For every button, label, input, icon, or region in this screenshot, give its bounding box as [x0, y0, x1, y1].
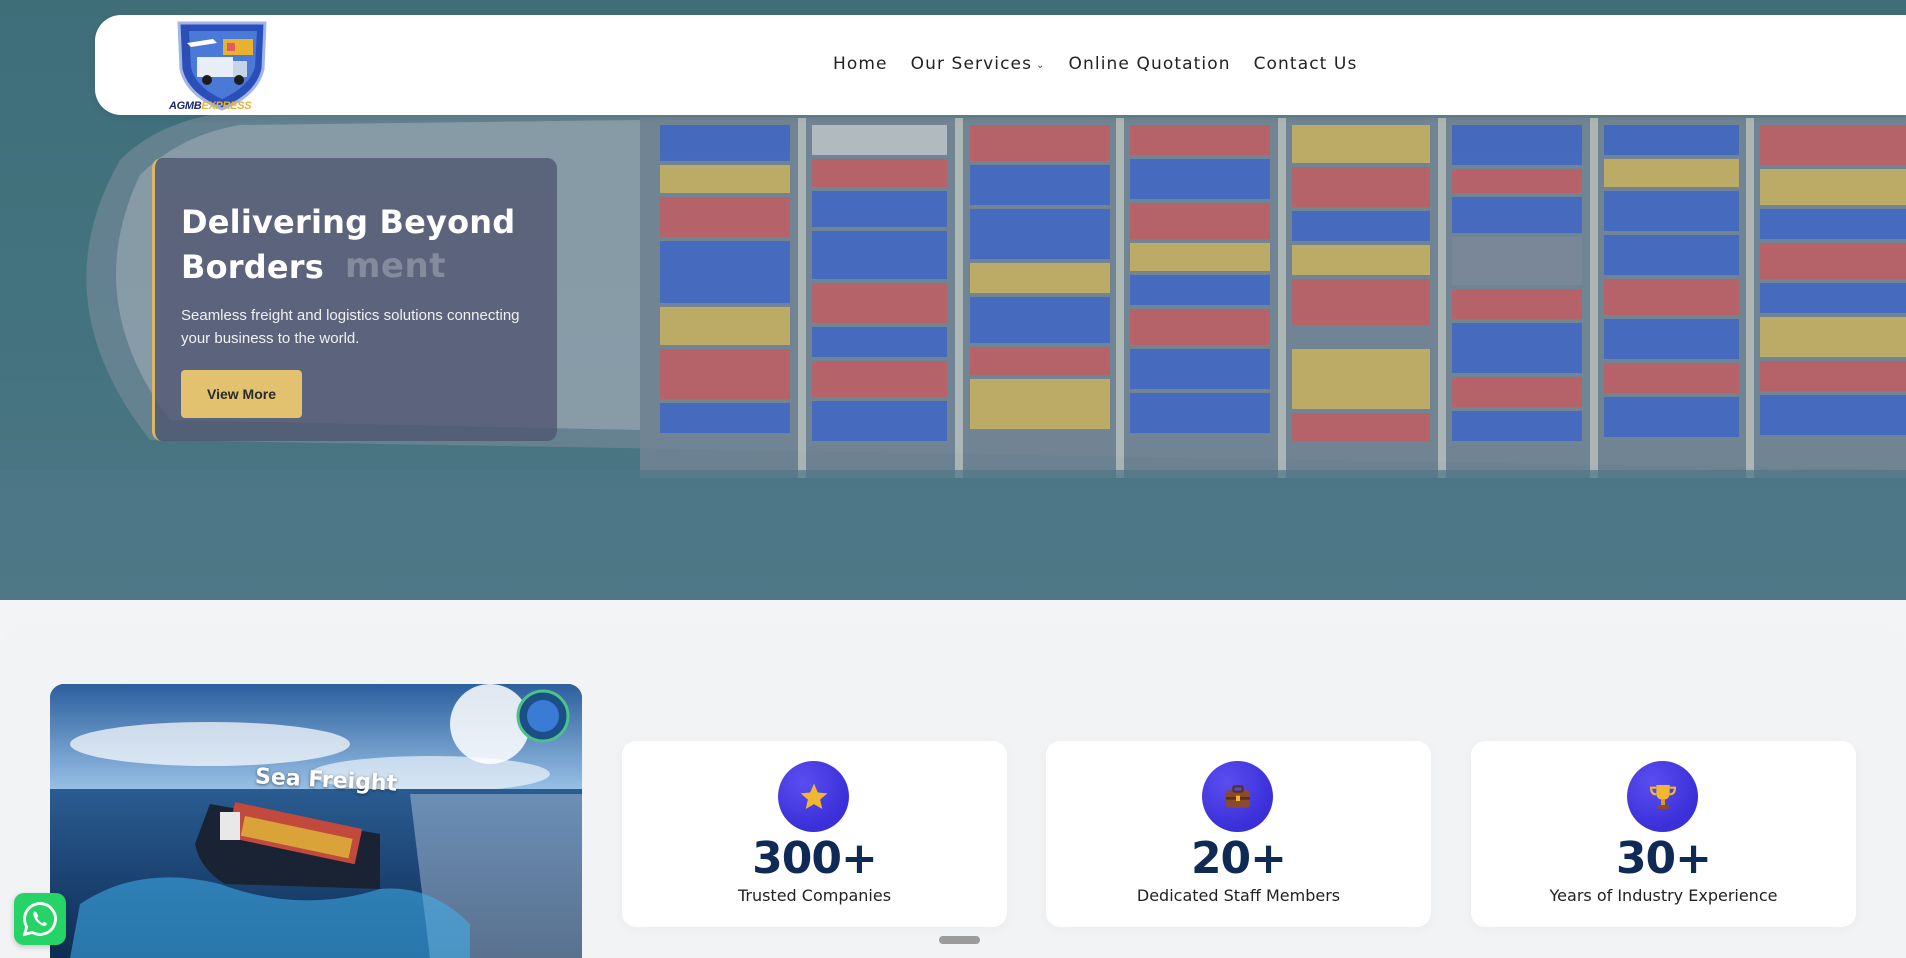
nav-menu: Home Our Services ⌄ Online Quotation Cont…: [833, 54, 1357, 74]
stat-value: 20+: [1190, 833, 1287, 884]
chevron-down-icon: ⌄: [1036, 60, 1046, 71]
star-icon: [778, 761, 849, 832]
hero-subtitle: Seamless freight and logistics solutions…: [181, 307, 520, 347]
whatsapp-button[interactable]: [14, 893, 66, 945]
nav-online-quotation[interactable]: Online Quotation: [1069, 54, 1231, 74]
logo-text-accent: EXPRESS: [201, 100, 252, 112]
nav-contact-us[interactable]: Contact Us: [1254, 54, 1358, 74]
view-more-button[interactable]: View More: [181, 370, 302, 418]
nav-home-label: Home: [833, 54, 888, 74]
logo-wordmark: AGMBEXPRESS: [169, 100, 279, 112]
nav-home[interactable]: Home: [833, 54, 888, 74]
hero-title: Delivering Beyond Borders: [181, 203, 516, 286]
stat-label: Dedicated Staff Members: [1136, 886, 1341, 905]
nav-contact-us-label: Contact Us: [1253, 54, 1358, 74]
scroll-indicator[interactable]: [939, 936, 980, 944]
stat-value: 30+: [1615, 833, 1712, 884]
stat-label: Years of Industry Experience: [1549, 886, 1778, 905]
sea-freight-image: [50, 684, 582, 958]
stat-value: 300+: [752, 833, 878, 884]
whatsapp-icon: [22, 902, 57, 937]
stat-card-experience: 30+ Years of Industry Experience: [1471, 741, 1856, 927]
briefcase-icon: [1202, 761, 1273, 832]
nav-our-services[interactable]: Our Services ⌄: [911, 54, 1046, 74]
trophy-icon: [1627, 761, 1698, 832]
sea-freight-video[interactable]: Sea Freight: [50, 684, 582, 958]
stat-card-staff: 20+ Dedicated Staff Members: [1046, 741, 1431, 927]
hero-card: ment Delivering Beyond Borders Seamless …: [152, 158, 557, 441]
stat-card-companies: 300+ Trusted Companies: [622, 741, 1007, 927]
nav-our-services-label: Our Services: [910, 54, 1033, 74]
logo-text-primary: AGMB: [169, 100, 202, 112]
stat-label: Trusted Companies: [737, 886, 892, 905]
nav-online-quotation-label: Online Quotation: [1068, 54, 1231, 74]
top-navbar: AGMBEXPRESS Home Our Services ⌄ Online Qu…: [95, 15, 1906, 115]
